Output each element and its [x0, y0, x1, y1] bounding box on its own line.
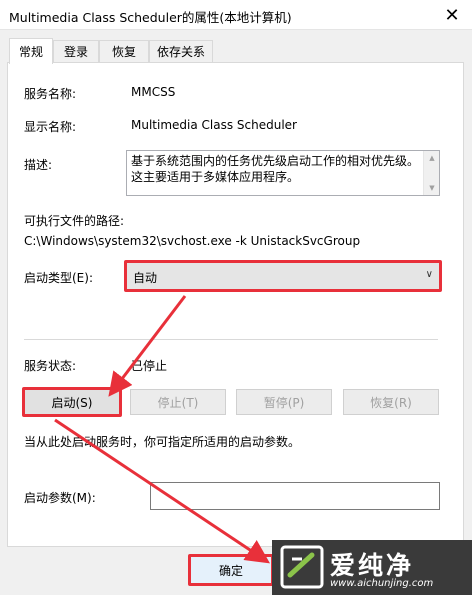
- tab-general[interactable]: 常规: [9, 38, 53, 64]
- display-name-value: Multimedia Class Scheduler: [131, 118, 297, 132]
- exe-path-value: C:\Windows\system32\svchost.exe -k Unist…: [24, 234, 361, 248]
- watermark-logo-icon: [280, 545, 324, 589]
- service-name-value: MMCSS: [131, 85, 176, 99]
- pause-button[interactable]: 暂停(P): [236, 389, 332, 415]
- close-button[interactable]: ✕: [432, 0, 472, 30]
- exe-path-label: 可执行文件的路径:: [24, 214, 125, 228]
- startup-type-value: 自动: [133, 271, 158, 285]
- stop-button[interactable]: 停止(T): [130, 389, 226, 415]
- scroll-down-icon[interactable]: ▼: [424, 181, 440, 195]
- startup-type-select[interactable]: 自动 ∨: [126, 262, 440, 290]
- description-label: 描述:: [24, 158, 53, 172]
- scroll-up-icon[interactable]: ▲: [424, 151, 440, 165]
- service-name-label: 服务名称:: [24, 87, 77, 101]
- ok-button[interactable]: 确定: [190, 556, 272, 584]
- watermark-title: 爱纯净: [330, 551, 415, 580]
- startup-type-label: 启动类型(E):: [24, 271, 93, 285]
- start-button[interactable]: 启动(S): [24, 389, 120, 415]
- resume-button[interactable]: 恢复(R): [343, 389, 439, 415]
- separator: [24, 339, 438, 340]
- watermark-url: www.aichunjing.com: [330, 578, 434, 589]
- chevron-down-icon: ∨: [425, 269, 433, 280]
- service-status-label: 服务状态:: [24, 359, 77, 373]
- tab-recovery[interactable]: 恢复: [99, 40, 149, 62]
- close-icon: ✕: [444, 4, 460, 26]
- description-scrollbar[interactable]: ▲ ▼: [423, 151, 439, 195]
- description-box[interactable]: 基于系统范围内的任务优先级启动工作的相对优先级。这主要适用于多媒体应用程序。 ▲…: [126, 150, 440, 196]
- tab-logon[interactable]: 登录: [53, 40, 99, 62]
- display-name-label: 显示名称:: [24, 120, 77, 134]
- start-params-hint: 当从此处启动服务时，你可指定所适用的启动参数。: [24, 435, 301, 449]
- service-status-value: 已停止: [131, 359, 168, 373]
- tab-dependencies[interactable]: 依存关系: [149, 40, 213, 62]
- description-text: 基于系统范围内的任务优先级启动工作的相对优先级。这主要适用于多媒体应用程序。: [131, 154, 420, 184]
- start-params-input[interactable]: [150, 482, 440, 510]
- start-params-label: 启动参数(M):: [24, 491, 96, 505]
- window-title: Multimedia Class Scheduler的属性(本地计算机): [9, 10, 292, 25]
- watermark: 爱纯净 www.aichunjing.com: [272, 540, 472, 595]
